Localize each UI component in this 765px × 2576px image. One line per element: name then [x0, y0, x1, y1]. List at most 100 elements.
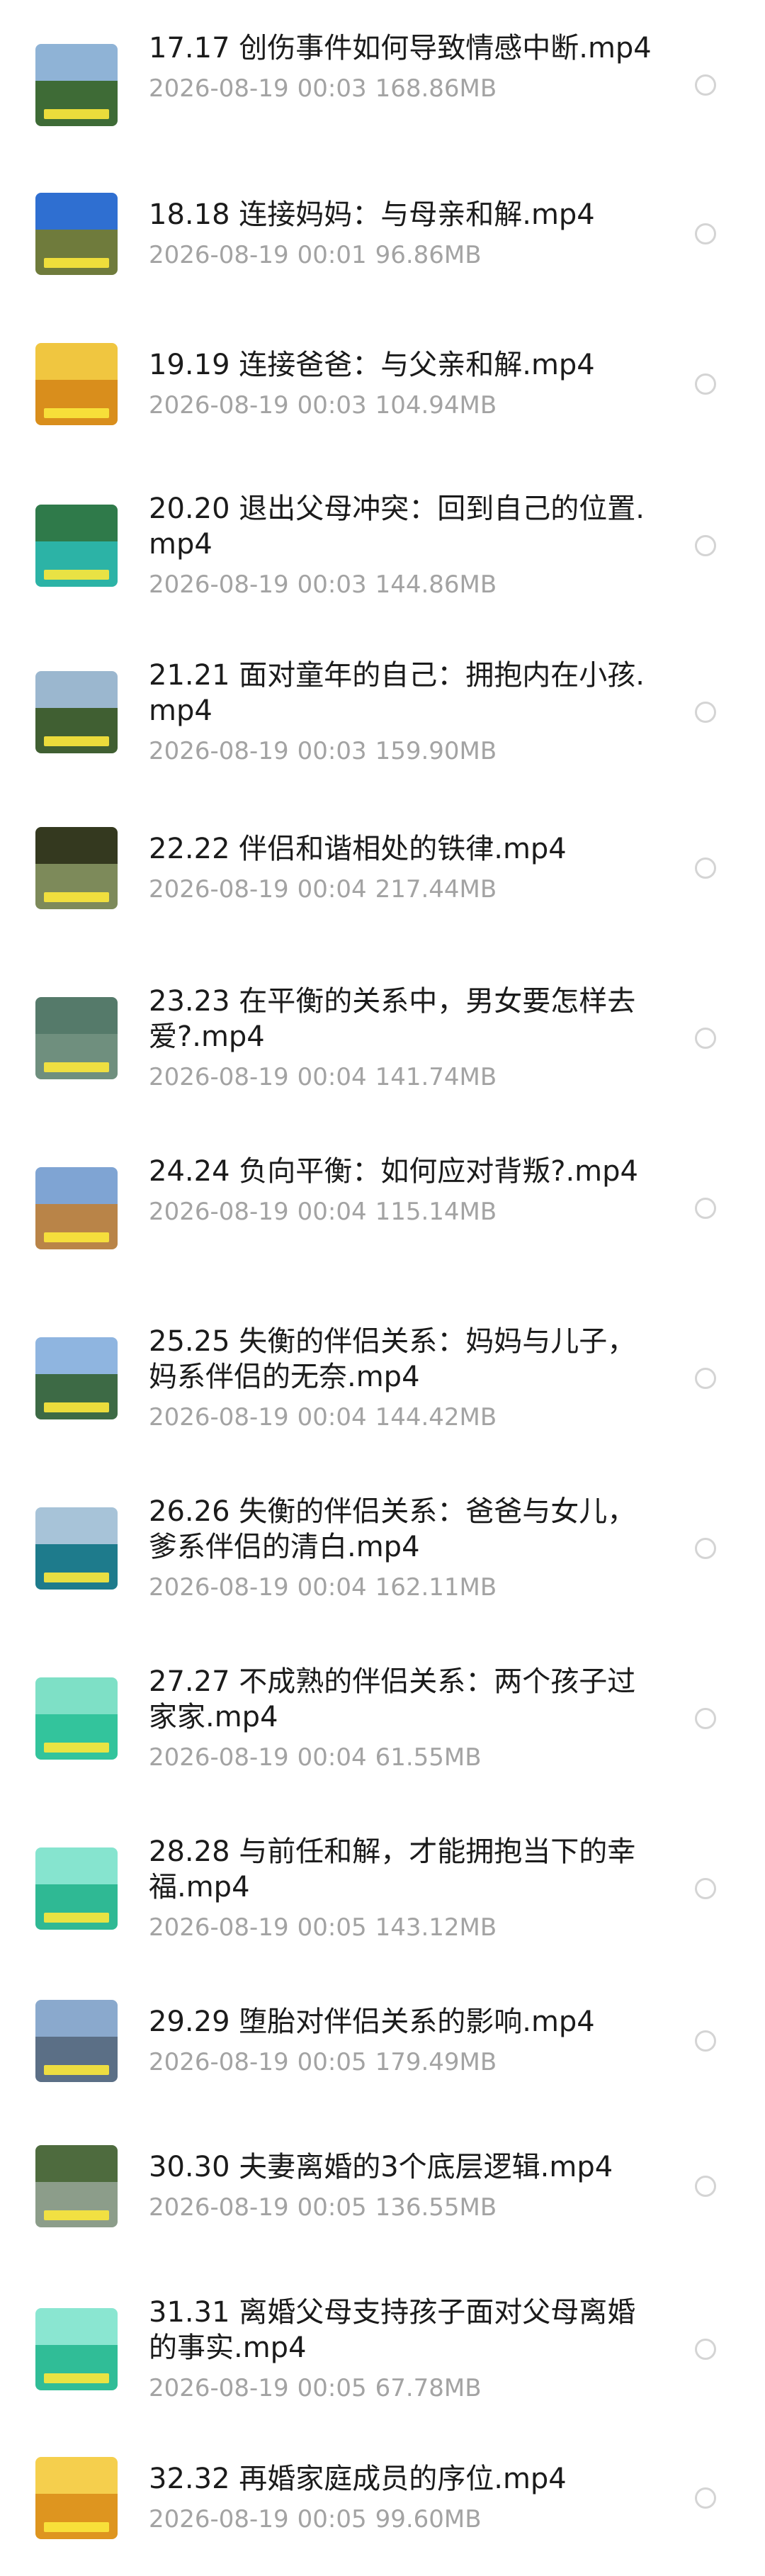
file-meta: 2026-08-19 00:05 143.12MB: [149, 1912, 659, 1943]
file-name: 25.25 失衡的伴侣关系：妈妈与儿子，妈系伴侣的无奈.mp4: [149, 1325, 636, 1393]
file-row[interactable]: 23.23 在平衡的关系中，男女要怎样去爱?.mp4 2026-08-19 00:0…: [0, 960, 765, 1116]
file-size: 136.55MB: [375, 2193, 497, 2222]
file-size: 159.90MB: [375, 737, 497, 765]
file-meta: 2026-08-19 00:04 115.14MB: [149, 1196, 659, 1227]
file-meta: 2026-08-19 00:04 162.11MB: [149, 1572, 659, 1603]
file-date: 2026-08-19: [149, 570, 289, 599]
video-thumbnail: [35, 997, 118, 1079]
file-row[interactable]: 31.31 离婚父母支持孩子面对父母离婚的事实.mp4 2026-08-19 00:…: [0, 2271, 765, 2427]
select-radio[interactable]: [695, 1028, 716, 1049]
file-size: 96.86MB: [375, 241, 482, 269]
select-radio[interactable]: [695, 1198, 716, 1219]
select-radio[interactable]: [695, 1708, 716, 1729]
file-meta: 2026-08-19 00:04 144.42MB: [149, 1402, 659, 1433]
file-size: 179.49MB: [375, 2048, 497, 2076]
file-meta: 2026-08-19 00:04 141.74MB: [149, 1062, 659, 1093]
video-thumbnail: [35, 2145, 118, 2227]
select-radio[interactable]: [695, 1878, 716, 1899]
file-time: 00:03: [297, 74, 367, 103]
file-size: 99.60MB: [375, 2505, 482, 2533]
file-meta: 2026-08-19 00:03 144.86MB: [149, 569, 659, 600]
file-meta: 2026-08-19 00:05 136.55MB: [149, 2192, 659, 2223]
file-date: 2026-08-19: [149, 241, 289, 269]
file-name: 23.23 在平衡的关系中，男女要怎样去爱?.mp4: [149, 985, 636, 1053]
file-meta: 2026-08-19 00:05 99.60MB: [149, 2504, 659, 2535]
video-thumbnail: [35, 2308, 118, 2390]
select-radio[interactable]: [695, 1368, 716, 1389]
file-time: 00:01: [297, 241, 367, 269]
select-radio[interactable]: [695, 373, 716, 395]
file-time: 00:04: [297, 1403, 367, 1432]
file-name: 22.22 伴侣和谐相处的铁律.mp4: [149, 833, 567, 865]
select-radio[interactable]: [695, 74, 716, 96]
file-row[interactable]: 24.24 负向平衡：如何应对背叛?.mp4 2026-08-19 00:04 115…: [0, 1130, 765, 1286]
file-name: 26.26 失衡的伴侣关系：爸爸与女儿，爹系伴侣的清白.mp4: [149, 1495, 636, 1563]
select-radio[interactable]: [695, 2176, 716, 2197]
file-time: 00:05: [297, 1913, 367, 1942]
file-name: 21.21 面对童年的自己：拥抱内在小孩.mp4: [149, 659, 645, 727]
select-radio[interactable]: [695, 1538, 716, 1559]
video-thumbnail: [35, 343, 118, 425]
file-size: 67.78MB: [375, 2374, 482, 2402]
file-time: 00:05: [297, 2048, 367, 2076]
file-size: 104.94MB: [375, 391, 497, 420]
file-list: 17.17 创伤事件如何导致情感中断.mp4 2026-08-19 00:03 168…: [0, 0, 765, 2539]
file-date: 2026-08-19: [149, 2048, 289, 2076]
file-row[interactable]: 20.20 退出父母冲突：回到自己的位置.mp4 2026-08-19 00:03 1…: [0, 468, 765, 624]
file-name: 24.24 负向平衡：如何应对背叛?.mp4: [149, 1155, 638, 1188]
file-row[interactable]: 22.22 伴侣和谐相处的铁律.mp4 2026-08-19 00:04 217.44…: [0, 790, 765, 946]
file-date: 2026-08-19: [149, 737, 289, 765]
file-row[interactable]: 29.29 堕胎对伴侣关系的影响.mp4 2026-08-19 00:05 179.4…: [0, 1963, 765, 2119]
video-thumbnail: [35, 1167, 118, 1249]
select-radio[interactable]: [695, 535, 716, 556]
file-date: 2026-08-19: [149, 2374, 289, 2402]
file-date: 2026-08-19: [149, 1063, 289, 1091]
file-name: 20.20 退出父母冲突：回到自己的位置.mp4: [149, 493, 645, 561]
file-size: 144.42MB: [375, 1403, 497, 1432]
select-radio[interactable]: [695, 2487, 716, 2509]
file-row[interactable]: 21.21 面对童年的自己：拥抱内在小孩.mp4 2026-08-19 00:03 1…: [0, 634, 765, 790]
file-date: 2026-08-19: [149, 1403, 289, 1432]
file-time: 00:03: [297, 737, 367, 765]
file-name: 30.30 夫妻离婚的3个底层逻辑.mp4: [149, 2151, 613, 2183]
file-size: 162.11MB: [375, 1573, 497, 1602]
file-date: 2026-08-19: [149, 2193, 289, 2222]
file-meta: 2026-08-19 00:03 168.86MB: [149, 73, 659, 104]
file-row[interactable]: 19.19 连接爸爸：与父亲和解.mp4 2026-08-19 00:03 104.9…: [0, 306, 765, 462]
file-row[interactable]: 25.25 失衡的伴侣关系：妈妈与儿子，妈系伴侣的无奈.mp4 2026-08-1…: [0, 1300, 765, 1456]
select-radio[interactable]: [695, 702, 716, 723]
file-name: 31.31 离婚父母支持孩子面对父母离婚的事实.mp4: [149, 2296, 636, 2364]
file-time: 00:05: [297, 2374, 367, 2402]
file-meta: 2026-08-19 00:04 217.44MB: [149, 874, 659, 905]
file-name: 28.28 与前任和解，才能拥抱当下的幸福.mp4: [149, 1835, 636, 1903]
file-time: 00:04: [297, 1743, 367, 1772]
file-row[interactable]: 28.28 与前任和解，才能拥抱当下的幸福.mp4 2026-08-19 00:05…: [0, 1811, 765, 1967]
file-size: 115.14MB: [375, 1198, 497, 1226]
file-size: 168.86MB: [375, 74, 497, 103]
file-row[interactable]: 17.17 创伤事件如何导致情感中断.mp4 2026-08-19 00:03 168…: [0, 7, 765, 163]
file-row[interactable]: 32.32 再婚家庭成员的序位.mp4 2026-08-19 00:05 99.60M…: [0, 2420, 765, 2576]
file-row[interactable]: 30.30 夫妻离婚的3个底层逻辑.mp4 2026-08-19 00:05 136.…: [0, 2108, 765, 2264]
file-row[interactable]: 27.27 不成熟的伴侣关系：两个孩子过家家.mp4 2026-08-19 00:0…: [0, 1641, 765, 1796]
video-thumbnail: [35, 505, 118, 587]
select-radio[interactable]: [695, 2339, 716, 2360]
file-row[interactable]: 18.18 连接妈妈：与母亲和解.mp4 2026-08-19 00:01 96.86…: [0, 156, 765, 312]
file-time: 00:04: [297, 1198, 367, 1226]
file-date: 2026-08-19: [149, 1573, 289, 1602]
select-radio[interactable]: [695, 2030, 716, 2052]
file-name: 29.29 堕胎对伴侣关系的影响.mp4: [149, 2006, 595, 2038]
file-meta: 2026-08-19 00:01 96.86MB: [149, 240, 659, 271]
video-thumbnail: [35, 2000, 118, 2082]
file-date: 2026-08-19: [149, 74, 289, 103]
file-row[interactable]: 26.26 失衡的伴侣关系：爸爸与女儿，爹系伴侣的清白.mp4 2026-08-1…: [0, 1470, 765, 1626]
file-date: 2026-08-19: [149, 1198, 289, 1226]
select-radio[interactable]: [695, 223, 716, 244]
file-time: 00:05: [297, 2505, 367, 2533]
file-name: 27.27 不成熟的伴侣关系：两个孩子过家家.mp4: [149, 1665, 636, 1733]
file-meta: 2026-08-19 00:04 61.55MB: [149, 1742, 659, 1773]
select-radio[interactable]: [695, 857, 716, 879]
video-thumbnail: [35, 1847, 118, 1930]
file-time: 00:05: [297, 2193, 367, 2222]
video-thumbnail: [35, 44, 118, 126]
file-time: 00:04: [297, 1573, 367, 1602]
